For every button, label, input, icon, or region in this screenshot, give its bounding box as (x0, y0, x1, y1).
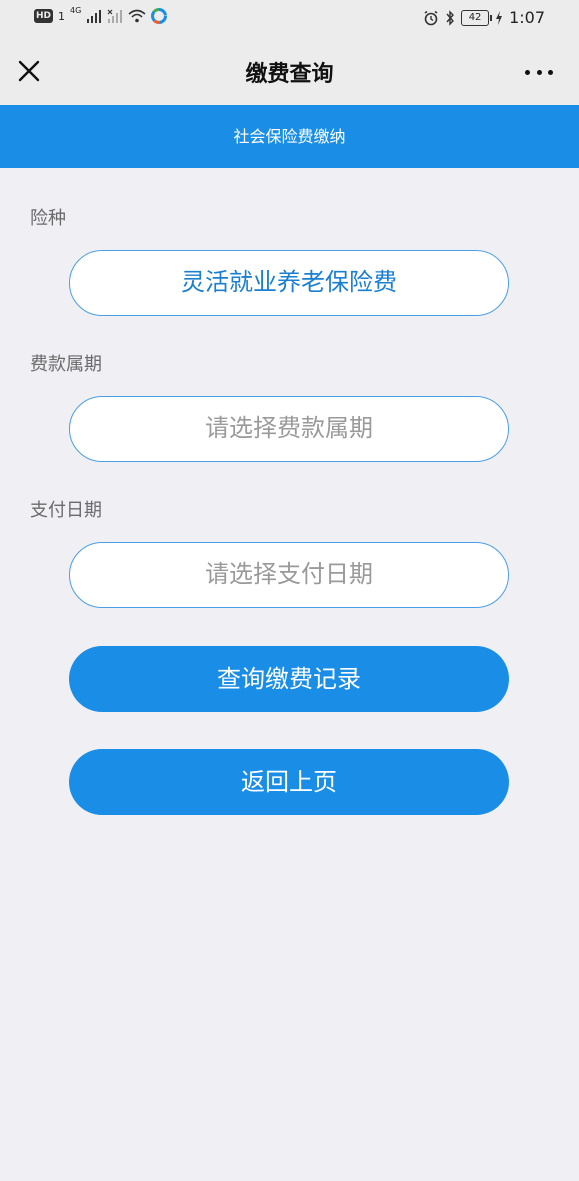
more-dot-icon (525, 69, 530, 75)
network-type: 4G (70, 6, 82, 15)
back-button[interactable]: 返回上页 (69, 749, 509, 815)
page-title: 缴费查询 (245, 62, 334, 87)
section-banner: 社会保险费缴纳 (0, 105, 579, 168)
more-dot-icon (548, 69, 553, 75)
hd-badge: HD (34, 9, 54, 23)
pay-date-label: 支付日期 (30, 500, 102, 521)
charging-icon (496, 10, 503, 25)
app-notification-icon (151, 8, 168, 24)
nav-bar: 缴费查询 (0, 36, 579, 105)
pay-date-select-field[interactable]: 请选择支付日期 (69, 542, 509, 608)
more-dot-icon (536, 69, 542, 75)
status-time: 1:07 (509, 8, 545, 27)
more-options-button[interactable] (525, 62, 553, 82)
insurance-type-label: 险种 (30, 208, 66, 229)
insurance-type-field[interactable]: 灵活就业养老保险费 (69, 250, 509, 316)
bluetooth-icon (446, 9, 455, 26)
period-label: 费款属期 (30, 354, 102, 375)
status-right: 42 1:07 (423, 8, 545, 27)
period-select-field[interactable]: 请选择费款属期 (69, 396, 509, 462)
status-bar: HD 1 4G 42 1:07 (0, 0, 579, 36)
query-records-button[interactable]: 查询缴费记录 (69, 646, 509, 712)
wifi-icon (128, 9, 146, 23)
alarm-icon (424, 10, 438, 25)
signal-icon (87, 10, 102, 23)
sim-indicator: 1 (58, 9, 66, 23)
signal-no-service-icon (107, 9, 123, 23)
status-left: HD 1 4G (34, 6, 168, 24)
battery-indicator: 42 (461, 9, 493, 26)
